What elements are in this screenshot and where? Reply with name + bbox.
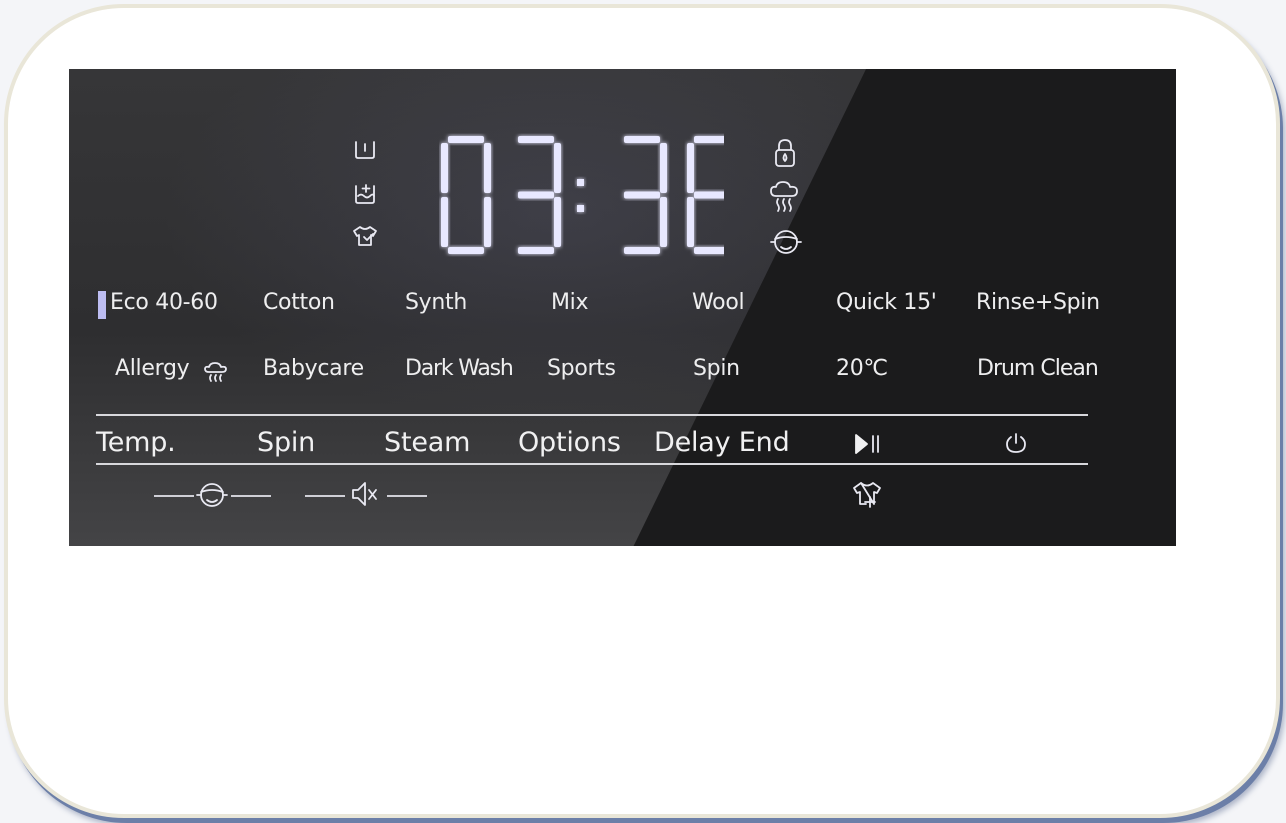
clock-colon-dot <box>577 179 584 186</box>
segment-b <box>554 143 561 193</box>
clock-digit-2 <box>518 136 561 254</box>
detergent-drawer-icon <box>353 139 377 161</box>
mute-line-right <box>387 495 427 497</box>
door-lock-icon <box>772 137 798 169</box>
program-synth[interactable]: Synth <box>405 290 467 315</box>
segment-f <box>441 143 448 193</box>
program-babycare[interactable]: Babycare <box>263 356 364 381</box>
segment-g <box>694 191 724 199</box>
delay-end-button[interactable]: Delay End <box>654 427 790 458</box>
add-garment-icon <box>850 480 884 508</box>
program-rinse-spin[interactable]: Rinse+Spin <box>976 290 1100 315</box>
segment-c <box>660 197 667 247</box>
time-display <box>441 136 724 254</box>
baby-face-icon <box>770 226 802 256</box>
segment-g <box>624 191 660 199</box>
segment-e <box>687 197 694 247</box>
allergy-steam-icon <box>203 361 229 385</box>
control-bar-bottom-divider <box>96 463 1088 465</box>
clock-digit-1 <box>441 136 491 254</box>
program-cotton[interactable]: Cotton <box>263 290 335 315</box>
segment-d <box>518 247 554 254</box>
control-bar-top-divider <box>96 414 1088 416</box>
options-button[interactable]: Options <box>518 427 621 458</box>
water-add-icon <box>353 182 377 206</box>
program-eco-40-60[interactable]: Eco 40-60 <box>110 290 218 315</box>
program-wool[interactable]: Wool <box>692 290 745 315</box>
segment-f <box>687 143 694 193</box>
segment-d <box>624 247 660 254</box>
play-pause-icon[interactable] <box>854 433 884 455</box>
clock-digit-4 <box>687 136 724 254</box>
program-sports[interactable]: Sports <box>547 356 616 381</box>
segment-g <box>518 191 554 199</box>
program-dark-wash[interactable]: Dark Wash <box>405 356 514 381</box>
program-mix[interactable]: Mix <box>551 290 589 315</box>
program-20c[interactable]: 20℃ <box>836 356 888 381</box>
spin-button[interactable]: Spin <box>257 427 315 458</box>
program-drum-clean[interactable]: Drum Clean <box>977 356 1099 381</box>
segment-b <box>484 143 491 193</box>
temp-button[interactable]: Temp. <box>96 427 176 458</box>
mute-icon <box>349 479 379 509</box>
segment-e <box>441 197 448 247</box>
clock-digit-3 <box>624 136 667 254</box>
segment-a <box>448 136 484 143</box>
segment-c <box>554 197 561 247</box>
selected-program-indicator <box>98 291 106 319</box>
segment-d <box>694 247 724 254</box>
segment-b <box>660 143 667 193</box>
segment-a <box>518 136 554 143</box>
clock-digits <box>441 136 724 254</box>
program-quick-15[interactable]: Quick 15' <box>836 290 937 315</box>
segment-a <box>624 136 660 143</box>
steam-icon <box>768 179 800 213</box>
program-spin[interactable]: Spin <box>693 356 740 381</box>
segment-c <box>484 197 491 247</box>
steam-button[interactable]: Steam <box>384 427 470 458</box>
washer-control-panel: Eco 40-60 Cotton Synth Mix Wool Quick 15… <box>69 69 1176 546</box>
segment-d <box>448 247 484 254</box>
child-lock-line-right <box>231 495 271 497</box>
segment-a <box>694 136 724 143</box>
clock-colon-dot <box>577 205 584 212</box>
mute-line-left <box>305 495 345 497</box>
shirt-icon <box>350 224 380 248</box>
child-lock-line-left <box>154 495 194 497</box>
child-lock-icon <box>196 479 228 509</box>
program-allergy[interactable]: Allergy <box>115 356 190 381</box>
power-icon[interactable] <box>1004 431 1028 455</box>
